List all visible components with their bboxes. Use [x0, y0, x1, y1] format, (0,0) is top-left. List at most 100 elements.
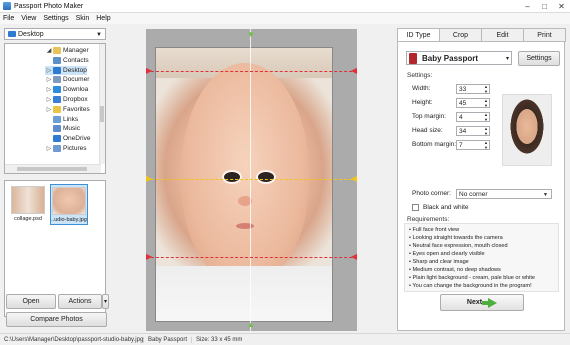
requirements-label: Requirements: — [407, 216, 450, 223]
menu-file[interactable]: File — [3, 15, 14, 22]
expand-arrow-icon[interactable]: ▷ — [45, 86, 53, 93]
center-guide-line — [250, 29, 251, 331]
folder-icon — [53, 86, 61, 94]
photo-canvas[interactable]: ▶ ◀ ▶ ◀ ▶ ◀ ▼ ▲ — [146, 29, 357, 331]
folder-icon — [53, 76, 61, 84]
id-preset-dropdown[interactable]: Baby Passport ▾ — [406, 51, 512, 65]
chin-marker-left[interactable]: ▶ — [146, 253, 152, 261]
menu-settings[interactable]: Settings — [43, 15, 68, 22]
tab-crop[interactable]: Crop — [439, 28, 482, 42]
tree-item[interactable]: ▷ Downloa — [45, 85, 88, 94]
eye-line-marker-right[interactable]: ◀ — [351, 175, 357, 183]
status-preset: Baby Passport — [144, 336, 192, 343]
maximize-button[interactable]: □ — [536, 0, 553, 13]
center-marker-top[interactable]: ▼ — [247, 31, 255, 39]
center-marker-bottom[interactable]: ▲ — [247, 321, 255, 329]
expand-arrow-icon[interactable]: ▷ — [45, 96, 53, 103]
tree-vertical-scrollbar[interactable] — [99, 44, 105, 164]
thumbnail-baby[interactable]: ..udio-baby.jpg — [50, 184, 88, 225]
scrollbar-thumb[interactable] — [100, 106, 104, 122]
tree-item-label: Downloa — [63, 86, 89, 94]
actions-menu-button[interactable]: ▾ — [102, 294, 109, 309]
list-item: • You can change the background in the p… — [409, 283, 532, 289]
eye-line-marker-left[interactable]: ▶ — [146, 175, 152, 183]
expand-arrow-icon[interactable]: ▷ — [45, 67, 53, 74]
photo-corner-label: Photo corner: — [412, 190, 452, 197]
mouth — [236, 223, 254, 229]
spin-arrows-icon[interactable]: ▲ ▼ — [484, 84, 488, 94]
spin-arrows-icon[interactable]: ▲ ▼ — [484, 98, 488, 108]
actions-button[interactable]: Actions — [58, 294, 102, 309]
thumbnail-collage[interactable]: collage.psd — [9, 184, 47, 225]
window-controls: – □ ✕ — [519, 0, 570, 13]
bottom-margin-input[interactable]: 7 ▲ ▼ — [456, 140, 490, 150]
list-item: • Sharp and clear image — [409, 259, 469, 265]
menu-view[interactable]: View — [21, 15, 36, 22]
tab-print[interactable]: Print — [523, 28, 566, 42]
tree-item[interactable]: ▷ Favorites — [45, 105, 90, 114]
top-margin-marker-left[interactable]: ▶ — [146, 67, 152, 75]
tab-edit[interactable]: Edit — [481, 28, 524, 42]
top-margin-marker-right[interactable]: ◀ — [351, 67, 357, 75]
height-input[interactable]: 45 ▲ ▼ — [456, 98, 490, 108]
minimize-button[interactable]: – — [519, 0, 536, 13]
tree-item-label: Music — [63, 125, 80, 133]
folder-icon — [53, 47, 61, 54]
next-button[interactable]: Next — [440, 294, 524, 311]
tree-item[interactable]: Links — [45, 115, 78, 124]
expand-arrow-icon[interactable]: ▷ — [45, 76, 53, 83]
expand-arrow-icon[interactable]: ▷ — [45, 106, 53, 113]
tree-item-label: OneDrive — [63, 135, 91, 143]
black-and-white-label: Black and white — [423, 204, 469, 211]
tree-item[interactable]: ▷ Dropbox — [45, 95, 88, 104]
tree-item[interactable]: ▷ Pictures — [45, 144, 86, 153]
spin-arrows-icon[interactable]: ▲ ▼ — [484, 140, 488, 150]
sample-portrait-image — [502, 94, 552, 166]
folder-tree: ◢ Manager Contacts ▷ Desktop ▷ Documer ▷ Downloa… — [4, 43, 106, 174]
settings-button[interactable]: Settings — [518, 51, 560, 66]
app-icon — [3, 2, 11, 10]
head-size-input[interactable]: 34 ▲ ▼ — [456, 126, 490, 136]
right-eye — [258, 172, 274, 182]
close-button[interactable]: ✕ — [553, 0, 570, 13]
tree-item[interactable]: ▷ Documer — [45, 75, 89, 84]
tree-item-label: Pictures — [63, 145, 87, 152]
folder-dropdown[interactable]: Desktop ▼ — [4, 28, 106, 40]
thumbnail-caption: ..udio-baby.jpg — [51, 217, 87, 223]
folder-icon — [53, 115, 61, 123]
tab-id-type[interactable]: ID Type — [397, 28, 440, 42]
chin-guide — [146, 257, 357, 258]
tree-item[interactable]: ▷ Desktop — [45, 65, 87, 75]
tree-item[interactable]: Contacts — [45, 56, 89, 65]
id-preset-value: Baby Passport — [422, 53, 479, 63]
top-margin-input[interactable]: 4 ▲ ▼ — [456, 112, 490, 122]
black-and-white-checkbox[interactable] — [412, 204, 419, 211]
menu-skin[interactable]: Skin — [76, 15, 90, 22]
expand-arrow-icon[interactable]: ▷ — [45, 145, 53, 152]
open-button[interactable]: Open — [6, 294, 56, 309]
bottom-margin-label: Bottom margin: — [412, 141, 457, 148]
tree-item[interactable]: OneDrive — [45, 134, 90, 143]
expand-arrow-icon[interactable]: ◢ — [45, 47, 53, 54]
menu-help[interactable]: Help — [96, 15, 110, 22]
chevron-down-icon: ▼ — [543, 192, 548, 198]
spin-arrows-icon[interactable]: ▲ ▼ — [484, 126, 488, 136]
tree-item-label: Documer — [63, 76, 90, 84]
compare-photos-button[interactable]: Compare Photos — [6, 312, 107, 327]
settings-label: Settings: — [407, 72, 433, 79]
width-input[interactable]: 33 ▲ ▼ — [456, 84, 490, 94]
head-size-label: Head size: — [412, 127, 443, 134]
scrollbar-thumb[interactable] — [17, 167, 87, 171]
tree-horizontal-scrollbar[interactable] — [5, 164, 101, 173]
photo-corner-dropdown[interactable]: No corner ▼ — [456, 189, 552, 199]
status-bar: C:\Users\Manager\Desktop\passport-studio… — [0, 333, 570, 345]
list-item: • Neutral face expression, mouth closed — [409, 243, 508, 249]
top-margin-label: Top margin: — [412, 113, 446, 120]
tree-item[interactable]: Music — [45, 124, 80, 133]
spin-arrows-icon[interactable]: ▲ ▼ — [484, 112, 488, 122]
id-type-tab-content: Baby Passport ▾ Settings Settings: Width… — [397, 41, 565, 331]
window-title: Passport Photo Maker — [14, 2, 84, 10]
chin-marker-right[interactable]: ◀ — [351, 253, 357, 261]
folder-icon — [53, 125, 61, 133]
tree-item[interactable]: ◢ Manager — [45, 46, 89, 55]
